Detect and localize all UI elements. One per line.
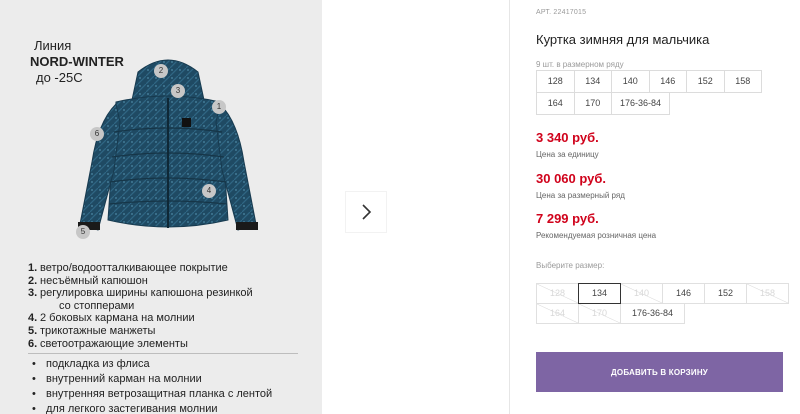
extras-item: подкладка из флиса (28, 357, 308, 372)
feature-item: 3. регулировка ширины капюшона резинкой (28, 287, 253, 300)
add-to-cart-button[interactable]: ДОБАВИТЬ В КОРЗИНУ (536, 352, 783, 392)
size-range-cell: 164 (536, 92, 575, 115)
column-divider (509, 0, 510, 414)
feature-marker-5: 5 (76, 225, 90, 239)
feature-item: 1. ветро/водоотталкивающее покрытие (28, 262, 228, 274)
retail-price: 7 299 руб. (536, 211, 599, 226)
size-option-158: 158 (746, 283, 789, 304)
size-range-grid: 128 134 140 146 152 158 164 170 176-36-8… (536, 70, 785, 115)
size-range-cell: 176-36-84 (611, 92, 670, 115)
product-title: Куртка зимняя для мальчика (536, 32, 710, 47)
size-range-cell: 152 (686, 70, 725, 93)
product-gallery: Линия NORD-WINTER до -25С 2 3 1 6 4 5 1.… (0, 0, 508, 414)
size-option-128: 128 (536, 283, 579, 304)
size-option-170: 170 (578, 303, 621, 324)
unit-price: 3 340 руб. (536, 130, 599, 145)
size-option-152[interactable]: 152 (704, 283, 747, 304)
size-selector: 128 134 140 146 152 158 164 170 176-36-8… (536, 283, 792, 324)
feature-item: 2. несъёмный капюшон (28, 274, 148, 287)
feature-item-continuation: со стопперами (59, 299, 135, 312)
chevron-right-icon (362, 204, 372, 220)
feature-marker-3: 3 (171, 84, 185, 98)
feature-item: 5. трикотажные манжеты (28, 324, 156, 337)
range-price-note: Цена за размерный ряд (536, 191, 625, 200)
feature-marker-4: 4 (202, 184, 216, 198)
size-range-cell: 140 (611, 70, 650, 93)
feature-item: 4. 2 боковых кармана на молнии (28, 312, 195, 325)
size-option-146[interactable]: 146 (662, 283, 705, 304)
feature-item: 6. светоотражающие элементы (28, 337, 188, 350)
extras-item: внутренний карман на молнии (28, 372, 308, 387)
range-price: 30 060 руб. (536, 171, 607, 186)
retail-price-note: Рекомендуемая розничная цена (536, 231, 657, 240)
size-option-140: 140 (620, 283, 663, 304)
extras-item: внутренняя ветрозащитная планка с лентой (28, 387, 308, 402)
size-option-134[interactable]: 134 (578, 283, 621, 304)
unit-price-note: Цена за единицу (536, 150, 599, 159)
feature-marker-2: 2 (154, 64, 168, 78)
size-option-176-36-84[interactable]: 176-36-84 (620, 303, 685, 324)
extras-list: подкладка из флиса внутренний карман на … (28, 357, 308, 414)
extras-item: для легкого застегивания молнии (28, 402, 308, 414)
size-option-164: 164 (536, 303, 579, 324)
size-range-cell: 146 (648, 70, 687, 93)
next-image-button[interactable] (346, 192, 386, 232)
choose-size-label: Выберите размер: (536, 261, 605, 270)
feature-divider (28, 353, 298, 355)
size-range-cell: 134 (573, 70, 612, 93)
feature-marker-1: 1 (212, 100, 226, 114)
size-range-cell: 158 (723, 70, 762, 93)
product-image: Линия NORD-WINTER до -25С 2 3 1 6 4 5 1.… (0, 0, 322, 414)
jacket-illustration (78, 59, 258, 231)
feature-list: 1. ветро/водоотталкивающее покрытие 2. нес… (28, 262, 308, 414)
size-range-cell: 128 (536, 70, 575, 93)
size-range-caption: 9 шт. в размерном ряду (536, 60, 624, 69)
article-number: АРТ. 22417015 (536, 9, 587, 16)
feature-marker-6: 6 (90, 127, 104, 141)
product-info: АРТ. 22417015 Куртка зимняя для мальчика… (536, 0, 800, 414)
size-range-cell: 170 (573, 92, 612, 115)
